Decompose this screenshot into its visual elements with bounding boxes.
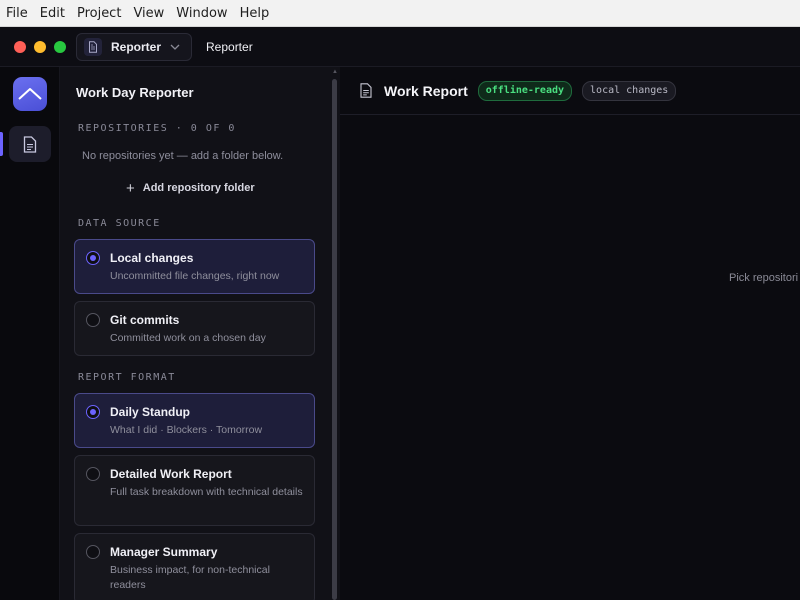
option-description: Committed work on a chosen day	[110, 332, 266, 344]
scroll-up-arrow-icon[interactable]: ▲	[332, 69, 338, 75]
repositories-empty-text: No repositories yet — add a folder below…	[82, 150, 284, 162]
close-window-button[interactable]	[14, 40, 26, 53]
option-title: Daily Standup	[110, 405, 191, 419]
window-title: Reporter	[206, 39, 253, 54]
active-nav-indicator	[0, 132, 3, 156]
option-description: Full task breakdown with technical detai…	[110, 486, 303, 498]
report-format-option-daily-standup[interactable]: Daily Standup What I did · Blockers · To…	[74, 393, 315, 448]
empty-state-text: Pick repositori	[729, 272, 799, 284]
menu-file[interactable]: File	[6, 6, 28, 21]
option-description: Uncommitted file changes, right now	[110, 270, 280, 282]
radio-unselected-icon	[86, 313, 100, 327]
logo-mountain-icon	[18, 88, 42, 100]
menu-edit[interactable]: Edit	[40, 6, 65, 21]
option-title: Local changes	[110, 251, 194, 265]
data-source-option-local-changes[interactable]: Local changes Uncommitted file changes, …	[74, 239, 315, 294]
document-icon	[360, 83, 372, 98]
radio-unselected-icon	[86, 545, 100, 559]
main-panel: Work Report offline-ready local changes …	[340, 67, 800, 600]
option-description: What I did · Blockers · Tomorrow	[110, 424, 263, 436]
document-icon	[84, 37, 102, 56]
menu-help[interactable]: Help	[240, 6, 270, 21]
chevron-down-icon	[170, 44, 180, 50]
app-switcher-dropdown[interactable]: Reporter	[76, 32, 192, 61]
report-format-option-manager-summary[interactable]: Manager Summary Business impact, for non…	[74, 533, 315, 600]
os-menubar: File Edit Project View Window Help	[0, 0, 800, 27]
offline-ready-badge: offline-ready	[477, 80, 573, 101]
data-source-section-label: DATA SOURCE	[78, 218, 161, 229]
menu-project[interactable]: Project	[77, 6, 121, 21]
radio-selected-icon	[86, 405, 100, 419]
data-source-option-git-commits[interactable]: Git commits Committed work on a chosen d…	[74, 301, 315, 356]
option-title: Git commits	[110, 313, 180, 327]
radio-selected-icon	[86, 251, 100, 265]
report-format-option-detailed-work-report[interactable]: Detailed Work Report Full task breakdown…	[74, 455, 315, 526]
app-rail	[0, 67, 60, 600]
menu-view[interactable]: View	[133, 6, 164, 21]
repositories-section-label: REPOSITORIES · 0 OF 0	[78, 123, 236, 134]
sidebar: Work Day Reporter REPOSITORIES · 0 OF 0 …	[60, 67, 340, 600]
window-controls	[14, 40, 74, 53]
page-title: Work Report	[384, 82, 468, 99]
option-title: Manager Summary	[110, 545, 218, 559]
plus-icon: +	[126, 179, 135, 197]
minimize-window-button[interactable]	[34, 40, 46, 53]
maximize-window-button[interactable]	[54, 40, 66, 53]
document-icon	[23, 135, 37, 153]
sidebar-scrollbar-thumb[interactable]	[332, 79, 337, 600]
sidebar-scrollbar[interactable]: ▲	[331, 67, 340, 600]
rail-item-reporter[interactable]	[9, 126, 51, 162]
menu-window[interactable]: Window	[176, 6, 227, 21]
data-source-badge: local changes	[582, 80, 677, 101]
report-format-section-label: REPORT FORMAT	[78, 372, 176, 383]
app-logo[interactable]	[13, 77, 47, 111]
radio-unselected-icon	[86, 467, 100, 481]
app-switcher-label: Reporter	[111, 39, 162, 54]
sidebar-title: Work Day Reporter	[76, 85, 194, 100]
main-header: Work Report offline-ready local changes	[340, 67, 800, 115]
option-title: Detailed Work Report	[110, 467, 232, 481]
option-description: Business impact, for non-technical reade…	[110, 564, 270, 591]
window-titlebar: Reporter Reporter	[0, 27, 800, 67]
add-repository-folder-label: Add repository folder	[142, 182, 255, 194]
add-repository-folder-button[interactable]: + Add repository folder	[126, 179, 255, 197]
